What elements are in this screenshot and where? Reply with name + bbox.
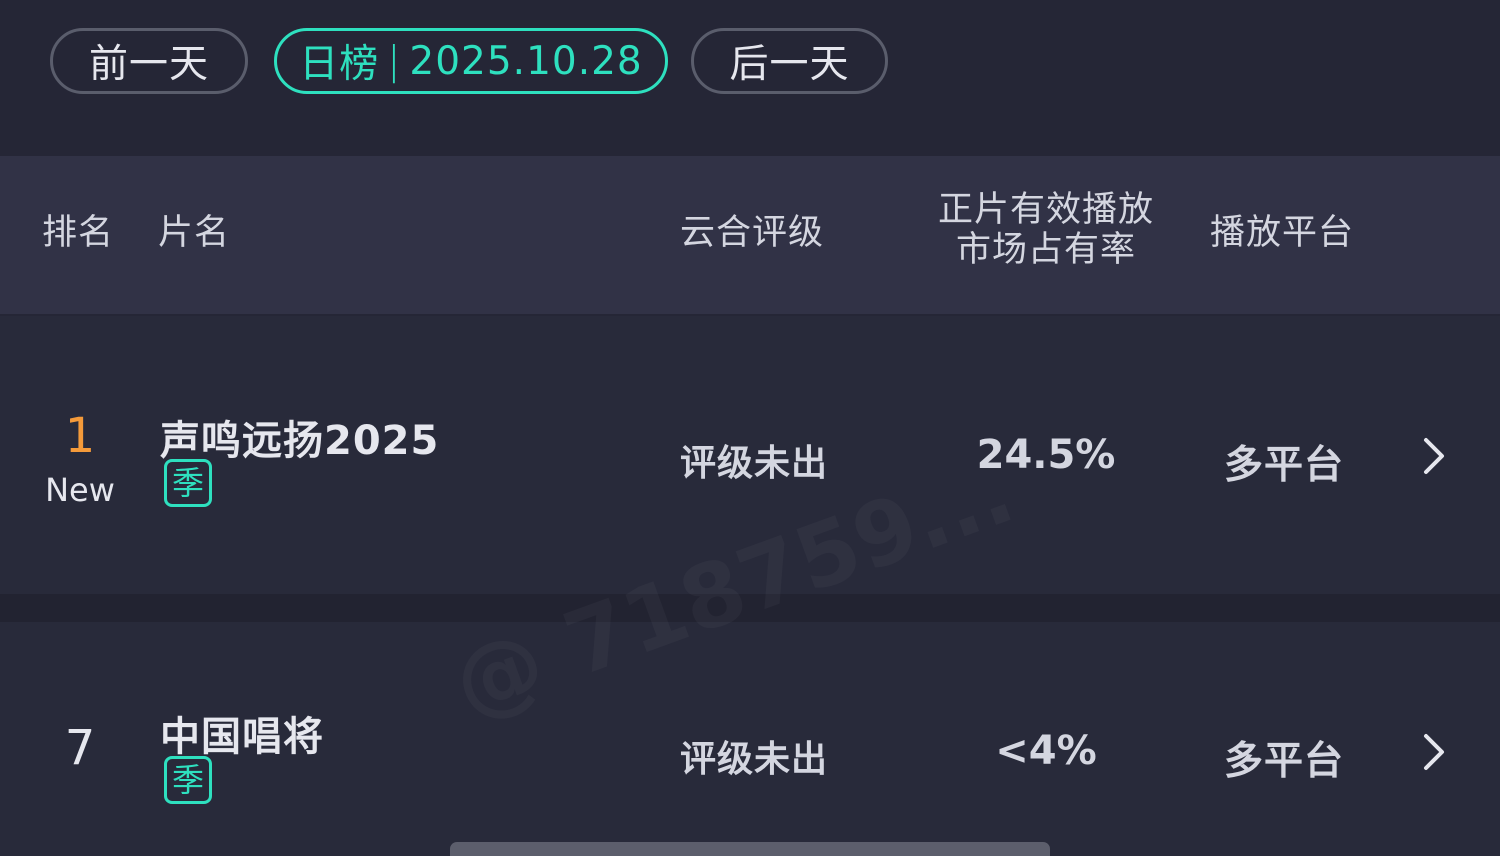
platform-value: 多平台 [1224, 443, 1345, 488]
chart-date: 2025.10.28 [409, 38, 643, 84]
table-row[interactable]: 7 中国唱将 季 评级未出 <4% 多平台 [0, 622, 1500, 856]
header-market-share: 正片有效播放 市场占有率 [930, 190, 1162, 270]
table-header: 排名 片名 云合评级 正片有效播放 市场占有率 播放平台 [0, 156, 1500, 314]
season-badge: 季 [164, 756, 212, 804]
rank-change-badge: New [45, 471, 115, 509]
rank-number: 7 [64, 720, 96, 776]
scroll-indicator[interactable] [450, 842, 1050, 856]
rank-number: 1 [64, 408, 96, 464]
header-rating: 云合评级 [680, 213, 825, 253]
header-market-share-line2: 市场占有率 [955, 230, 1136, 270]
rating-value: 评级未出 [680, 443, 829, 484]
header-platform: 播放平台 [1210, 213, 1355, 253]
market-share-value: <4% [995, 728, 1097, 774]
chevron-right-icon[interactable] [1414, 732, 1454, 772]
show-title: 声鸣远扬2025 [160, 418, 440, 464]
header-title: 片名 [158, 213, 231, 253]
rating-value: 评级未出 [680, 739, 829, 780]
chart-type-label: 日榜 [299, 42, 380, 87]
show-title: 中国唱将 [160, 714, 324, 760]
rank-cell: 7 [0, 722, 160, 774]
date-separator: | [387, 38, 402, 84]
header-rank: 排名 [42, 213, 115, 253]
previous-day-button[interactable]: 前一天 [50, 28, 248, 94]
table-row[interactable]: 1 New 声鸣远扬2025 季 评级未出 24.5% 多平台 [0, 316, 1500, 594]
header-market-share-line1: 正片有效播放 [937, 190, 1154, 230]
chevron-right-icon[interactable] [1414, 436, 1454, 476]
season-badge: 季 [164, 459, 212, 507]
previous-day-label: 前一天 [88, 42, 209, 87]
next-day-button[interactable]: 后一天 [691, 28, 888, 94]
date-selector-button[interactable]: 日榜 | 2025.10.28 [274, 28, 668, 94]
platform-value: 多平台 [1224, 739, 1345, 784]
date-navigation: 前一天 日榜 | 2025.10.28 后一天 [0, 0, 1500, 156]
next-day-label: 后一天 [729, 42, 850, 87]
row-divider [0, 594, 1500, 622]
rank-cell: 1 New [0, 410, 160, 508]
market-share-value: 24.5% [976, 432, 1116, 478]
